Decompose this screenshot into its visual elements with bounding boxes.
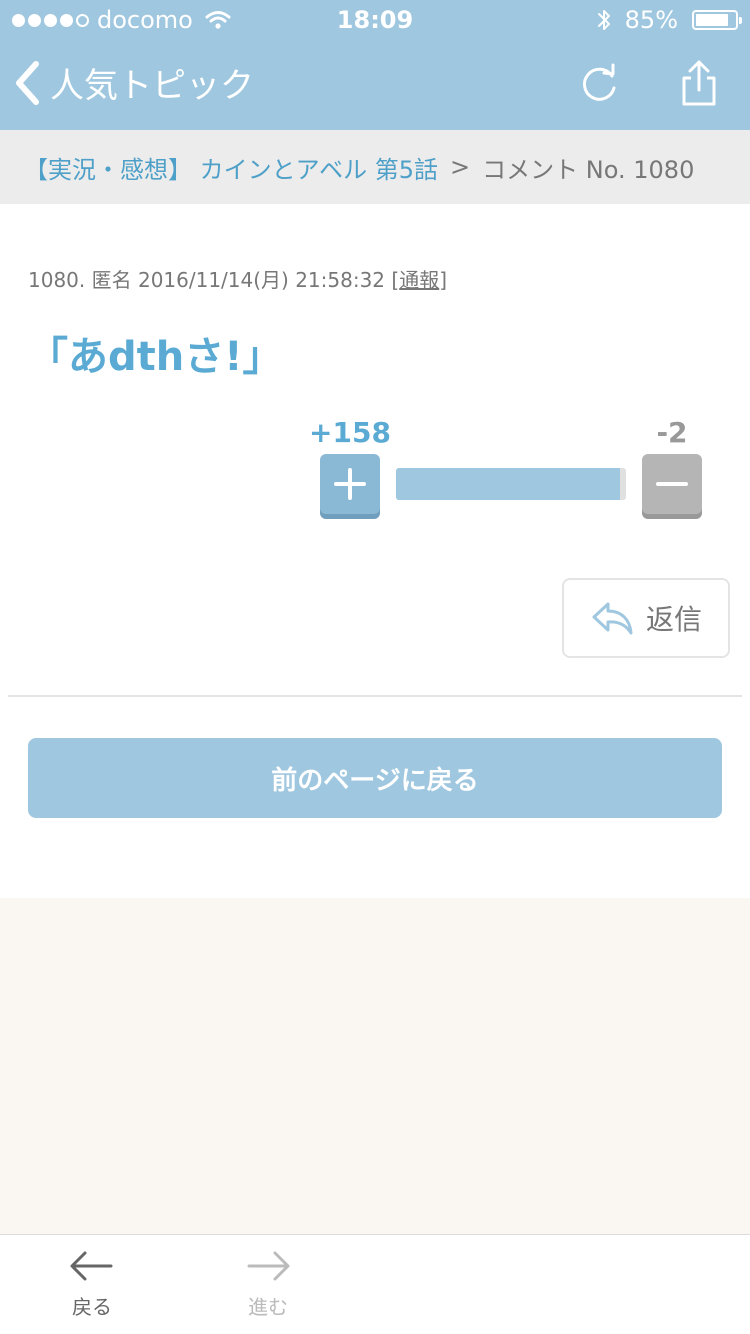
toolbar-forward-button[interactable]: 進む	[218, 1249, 318, 1320]
comment-body: 「あdthさ!」	[28, 334, 283, 380]
toolbar-back-button[interactable]: 戻る	[42, 1249, 142, 1320]
breadcrumb-current: コメント No. 1080	[482, 155, 695, 184]
plus-vote-count: +158	[309, 416, 391, 449]
breadcrumb-topic-link[interactable]: 【実況・感想】 カインとアベル 第5話	[24, 150, 438, 185]
bluetooth-icon	[597, 10, 610, 30]
prev-page-label: 前のページに戻る	[271, 765, 479, 796]
share-button[interactable]	[676, 58, 722, 110]
battery-fill	[696, 14, 729, 26]
comment-meta-text: 1080. 匿名 2016/11/14(月) 21:58:32 [	[28, 268, 400, 292]
share-icon	[682, 60, 716, 106]
reload-button[interactable]	[576, 62, 622, 108]
prev-page-button[interactable]: 前のページに戻る	[28, 738, 722, 818]
navigation-bar: 人気トピック	[0, 40, 750, 130]
comment-panel: 1080. 匿名 2016/11/14(月) 21:58:32 [通報] 「あd…	[0, 204, 750, 898]
nav-back-button[interactable]: 人気トピック	[14, 58, 254, 107]
battery-percentage: 85%	[624, 6, 678, 34]
top-bar: docomo 18:09 85% 人気トピック	[0, 0, 750, 130]
plus-icon	[334, 468, 366, 500]
minus-vote-button[interactable]	[642, 454, 702, 514]
battery-icon	[692, 10, 742, 30]
status-bar: docomo 18:09 85%	[0, 0, 750, 40]
reload-icon	[582, 63, 616, 101]
comment-meta: 1080. 匿名 2016/11/14(月) 21:58:32 [通報]	[28, 264, 447, 293]
minus-vote-count: -2	[656, 416, 688, 449]
minus-icon	[656, 482, 688, 486]
vote-ratio-fill	[396, 468, 621, 500]
reply-label: 返信	[645, 603, 702, 636]
toolbar-forward-label: 進む	[248, 1295, 288, 1319]
bottom-toolbar: 戻る 進む	[0, 1234, 750, 1334]
nav-title: 人気トピック	[50, 66, 254, 106]
status-right: 85%	[597, 6, 742, 34]
vote-ratio-bar	[396, 468, 626, 500]
reply-button[interactable]: 返信	[562, 578, 730, 658]
plus-vote-button[interactable]	[320, 454, 380, 514]
chevron-left-icon	[16, 60, 39, 105]
reply-icon	[592, 602, 633, 635]
arrow-right-icon	[247, 1251, 290, 1281]
arrow-left-icon	[70, 1251, 113, 1281]
comment-meta-close: ]	[439, 268, 448, 292]
breadcrumb: 【実況・感想】 カインとアベル 第5話 > コメント No. 1080	[0, 130, 750, 204]
breadcrumb-separator: >	[450, 153, 471, 181]
toolbar-back-label: 戻る	[72, 1295, 112, 1319]
report-link[interactable]: 通報	[399, 268, 439, 292]
divider	[8, 695, 742, 697]
